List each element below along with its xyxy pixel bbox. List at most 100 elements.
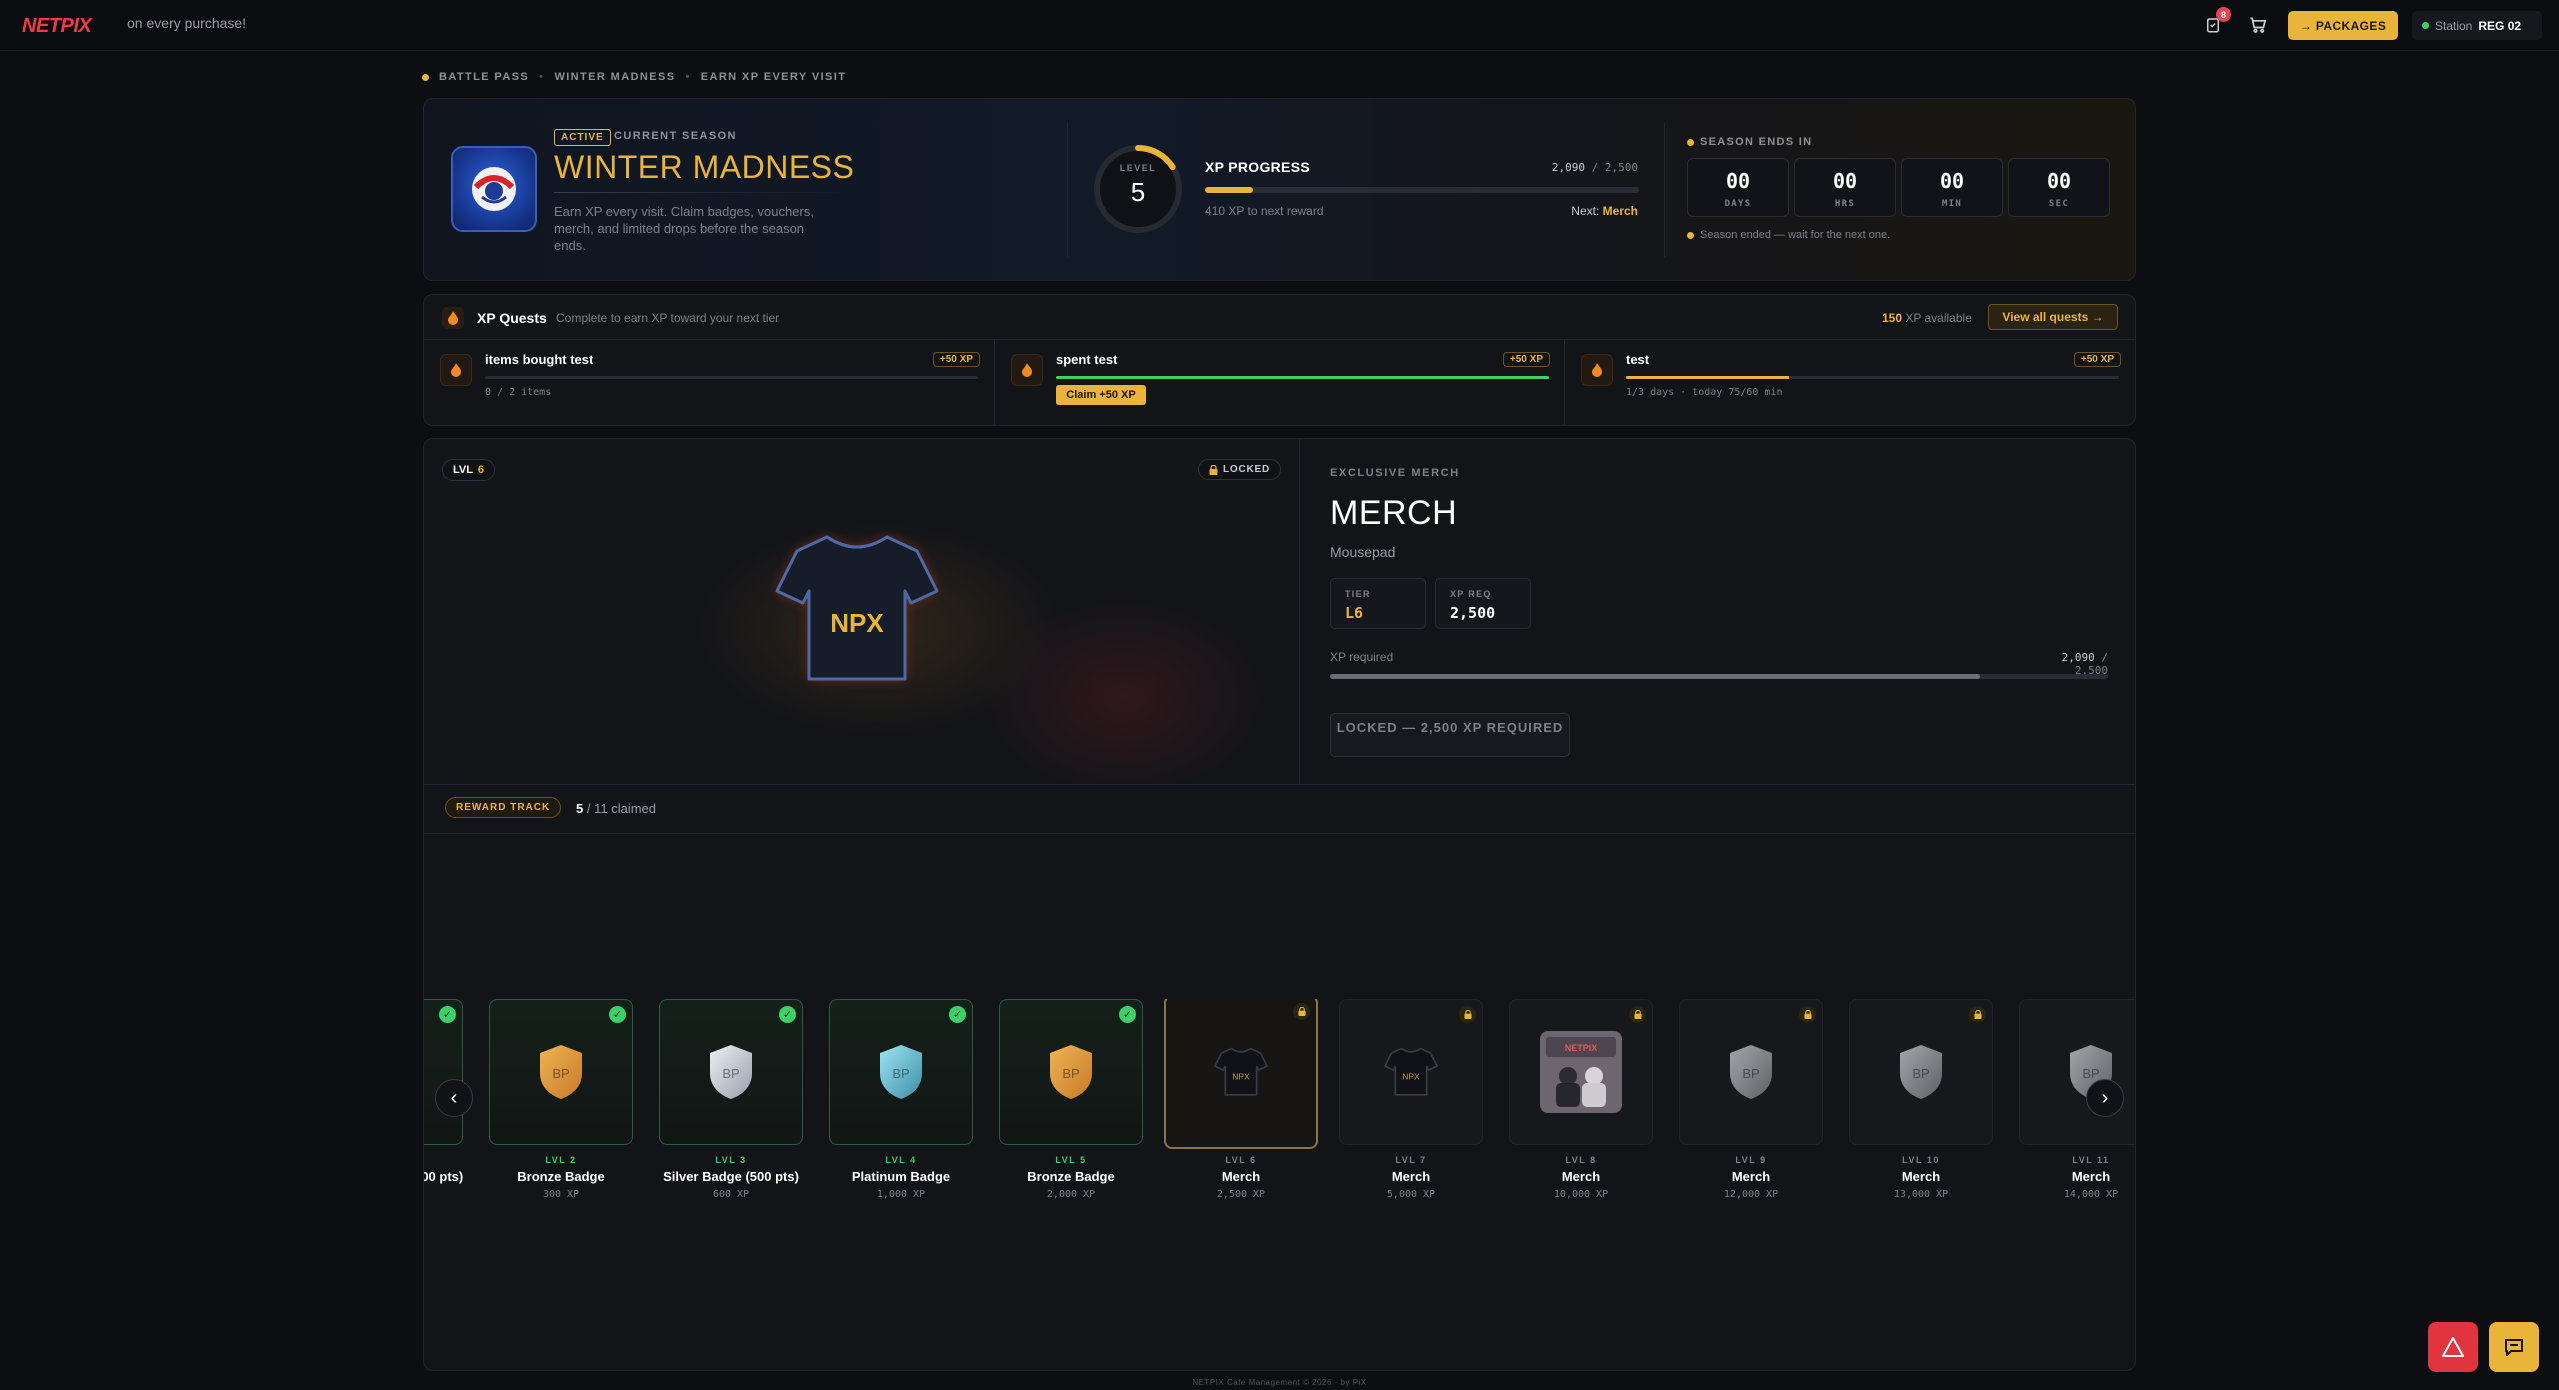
lock-icon xyxy=(1459,1006,1476,1023)
svg-text:BP: BP xyxy=(1742,1066,1759,1081)
claimed-check-icon: ✓ xyxy=(439,1006,456,1023)
lock-icon xyxy=(1209,464,1218,475)
breadcrumb-dot xyxy=(422,73,429,81)
merch-photo: NETPIX xyxy=(1540,1031,1622,1113)
svg-text:BP: BP xyxy=(1062,1066,1079,1081)
season-ends-label: SEASON ENDS IN xyxy=(1687,136,1812,148)
lock-icon xyxy=(1969,1006,1986,1023)
quests-subtitle: Complete to earn XP toward your next tie… xyxy=(556,311,780,325)
flame-icon xyxy=(442,307,464,329)
xp-progress-bar xyxy=(1205,187,1639,193)
tier-xp: 5,000 XP xyxy=(1386,1189,1436,1200)
tier-xp: 1,000 XP xyxy=(876,1189,926,1200)
tshirt-icon: NPX xyxy=(1213,1047,1269,1096)
chat-button[interactable] xyxy=(2489,1322,2539,1372)
countdown-hours: 00 HRS xyxy=(1794,158,1896,217)
season-title: WINTER MADNESS xyxy=(554,149,855,185)
reward-tile[interactable]: NPX xyxy=(1339,999,1483,1145)
svg-text:NPX: NPX xyxy=(1402,1071,1420,1081)
lock-icon xyxy=(1293,1003,1310,1020)
packages-button[interactable]: → PACKAGES xyxy=(2288,11,2398,40)
quest-item[interactable]: test +50 XP 1/3 days · today 75/60 min xyxy=(1564,340,2135,426)
quest-name: items bought test xyxy=(485,352,594,367)
flame-icon xyxy=(1581,354,1613,386)
notification-count-badge: 8 xyxy=(2216,7,2231,22)
svg-text:BP: BP xyxy=(722,1066,739,1081)
quest-progress-bar xyxy=(485,376,978,379)
tier-level: LVL 10 xyxy=(1902,1155,1940,1165)
tier-level: LVL 6 xyxy=(1225,1155,1257,1165)
svg-text:BP: BP xyxy=(1912,1066,1929,1081)
cart-icon xyxy=(2250,17,2267,33)
reward-track-header: REWARD TRACK 5 / 11 claimed xyxy=(424,784,2135,834)
level-number: 5 xyxy=(1130,177,1146,207)
status-dot xyxy=(1687,231,1694,239)
reward-card: LVL 6 LOCKED NPX EXCLUSIVE MERCH MERCH M… xyxy=(423,438,2136,1371)
season-card: ACTIVE CURRENT SEASON WINTER MADNESS Ear… xyxy=(423,98,2136,281)
breadcrumb: BATTLE PASS • WINTER MADNESS • EARN XP E… xyxy=(422,71,846,83)
tier-level: LVL 8 xyxy=(1565,1155,1597,1165)
claim-xp-button[interactable]: Claim +50 XP xyxy=(1056,385,1146,405)
reward-tile[interactable]: BP ✓ xyxy=(489,999,633,1145)
reward-kicker: EXCLUSIVE MERCH xyxy=(1330,467,1460,479)
cart-button[interactable] xyxy=(2245,12,2271,38)
xp-required-bar xyxy=(1330,674,2108,679)
status-dot xyxy=(1687,138,1694,146)
station-indicator[interactable]: Station REG 02 xyxy=(2412,11,2542,40)
quest-meta: 0 / 2 items xyxy=(485,387,552,398)
quest-xp-badge: +50 XP xyxy=(932,352,980,367)
tier-level: LVL 9 xyxy=(1735,1155,1767,1165)
tier-xp: 12,000 XP xyxy=(1723,1189,1779,1200)
quest-name: spent test xyxy=(1056,352,1118,367)
netpix-logo[interactable]: NETPIX xyxy=(22,15,92,38)
reward-tile[interactable]: BP ✓ xyxy=(659,999,803,1145)
badge-icon: BP xyxy=(880,1045,922,1099)
reward-tile[interactable]: BP ✓ xyxy=(424,999,463,1145)
view-all-quests-button[interactable]: View all quests → xyxy=(1988,304,2118,330)
svg-text:BP: BP xyxy=(2082,1066,2099,1081)
xp-required-fill xyxy=(1330,674,1981,679)
tier-xp: 600 XP xyxy=(712,1189,750,1200)
reward-tile[interactable]: BP xyxy=(2019,999,2135,1145)
tier-level: LVL 4 xyxy=(885,1155,917,1165)
xp-quests-card: XP Quests Complete to earn XP toward you… xyxy=(423,294,2136,426)
tier-stat: TIER L6 xyxy=(1330,578,1426,629)
reward-tile[interactable]: BP ✓ xyxy=(829,999,973,1145)
quests-title: XP Quests xyxy=(477,310,547,326)
claimed-check-icon: ✓ xyxy=(1119,1006,1136,1023)
level-label: LEVEL xyxy=(1119,163,1157,173)
badge-icon: BP xyxy=(710,1045,752,1099)
quest-item[interactable]: spent test +50 XP Claim +50 XP xyxy=(994,340,1564,426)
scroll-right-button[interactable]: › xyxy=(2086,1079,2124,1117)
quest-progress-fill xyxy=(1056,376,1549,379)
xp-progress-fill xyxy=(1205,187,1253,193)
report-button[interactable] xyxy=(2428,1322,2478,1372)
season-description: Earn XP every visit. Claim badges, vouch… xyxy=(554,204,814,253)
flame-icon xyxy=(440,354,472,386)
breadcrumb-item[interactable]: WINTER MADNESS xyxy=(554,71,675,83)
countdown-minutes: 00 MIN xyxy=(1901,158,2003,217)
reward-tile[interactable]: BP xyxy=(1849,999,1993,1145)
scroll-left-button[interactable]: ‹ xyxy=(435,1079,473,1117)
locked-pill: LOCKED xyxy=(1197,459,1281,480)
xp-available: 150 XP available xyxy=(1882,311,1972,325)
lock-icon xyxy=(1629,1006,1646,1023)
chat-icon xyxy=(2505,1339,2523,1356)
flame-icon xyxy=(1011,354,1043,386)
reward-tile[interactable]: NPX xyxy=(1164,999,1318,1149)
reward-tile[interactable]: BP ✓ xyxy=(999,999,1143,1145)
locked-claim-button[interactable]: LOCKED — 2,500 XP REQUIRED xyxy=(1330,713,1570,757)
breadcrumb-item[interactable]: BATTLE PASS xyxy=(439,71,529,83)
reward-track-label: REWARD TRACK xyxy=(445,797,562,818)
notifications-button[interactable]: 8 xyxy=(2200,7,2231,38)
next-reward: Next: Merch xyxy=(1571,204,1638,218)
countdown-seconds: 00 SEC xyxy=(2008,158,2110,217)
season-status-badge: ACTIVE xyxy=(554,129,611,146)
quests-header: XP Quests Complete to earn XP toward you… xyxy=(424,295,2135,340)
tier-level: LVL 1 xyxy=(424,1155,476,1165)
quest-item[interactable]: items bought test +50 XP 0 / 2 items xyxy=(424,340,994,426)
xp-required-label: XP required xyxy=(1330,650,1394,664)
reward-tile[interactable]: NETPIX xyxy=(1509,999,1653,1145)
station-value: REG 02 xyxy=(2478,18,2522,33)
reward-tile[interactable]: BP xyxy=(1679,999,1823,1145)
